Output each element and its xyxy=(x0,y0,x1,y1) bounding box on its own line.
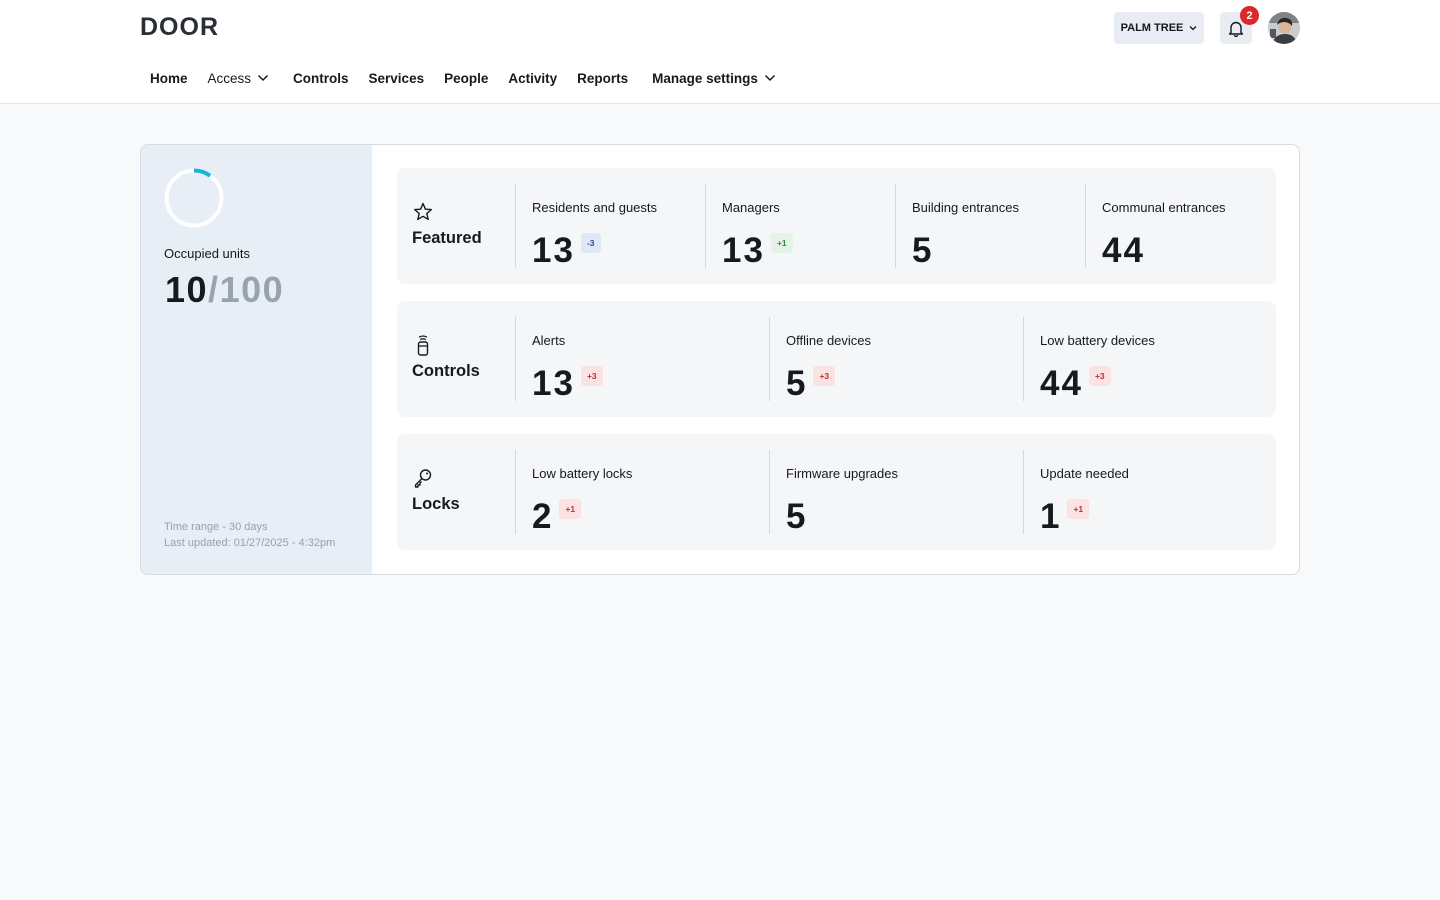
time-range-text: Time range - 30 days xyxy=(164,521,268,533)
stat-firmware-upgrades[interactable]: Firmware upgrades 5 xyxy=(769,450,1023,536)
stat-managers[interactable]: Managers 13 +1 xyxy=(705,184,895,271)
featured-card: Featured Residents and guests 13 -3 Manag… xyxy=(397,168,1276,284)
delta-badge: +3 xyxy=(813,366,836,386)
nav-services[interactable]: Services xyxy=(359,71,435,86)
card-header: Locks xyxy=(412,467,512,514)
stat-update-needed[interactable]: Update needed 1 +1 xyxy=(1023,450,1276,537)
stat-low-battery-locks[interactable]: Low battery locks 2 +1 xyxy=(515,450,769,537)
nav-controls[interactable]: Controls xyxy=(283,71,359,86)
card-header: Featured xyxy=(412,201,512,248)
notification-count-badge: 2 xyxy=(1240,6,1259,25)
stat-value: 2 +1 xyxy=(532,497,582,537)
property-selector-button[interactable]: PALM TREE xyxy=(1114,12,1204,44)
stat-label: Offline devices xyxy=(786,333,872,348)
top-bar: DOOR PALM TREE 2 Home Access Controls Se… xyxy=(0,0,1440,104)
controls-card: Controls Alerts 13 +3 Offline devices 5 +3… xyxy=(397,301,1276,417)
property-label: PALM TREE xyxy=(1120,22,1184,34)
key-icon xyxy=(412,467,512,489)
remote-control-icon xyxy=(412,334,512,356)
nav-home[interactable]: Home xyxy=(140,71,198,86)
nav-label: People xyxy=(444,70,489,86)
stat-alerts[interactable]: Alerts 13 +3 xyxy=(515,317,769,404)
card-header: Controls xyxy=(412,334,512,381)
stat-value: 5 +3 xyxy=(786,364,836,404)
chevron-down-icon xyxy=(258,74,269,82)
stat-communal-entrances[interactable]: Communal entrances 44 xyxy=(1085,184,1275,270)
star-icon xyxy=(412,201,512,223)
nav-reports[interactable]: Reports xyxy=(567,71,642,86)
stat-label: Low battery locks xyxy=(532,466,633,481)
stat-label: Low battery devices xyxy=(1040,333,1155,348)
stat-label: Update needed xyxy=(1040,466,1129,481)
nav-label: Access xyxy=(207,70,252,86)
occupancy-ring xyxy=(164,168,224,228)
delta-badge: -3 xyxy=(580,233,601,253)
dashboard-panel: Occupied units 10/100 Time range - 30 da… xyxy=(140,144,1300,575)
nav-label: Activity xyxy=(508,70,558,86)
delta-badge: +3 xyxy=(580,366,603,386)
nav-label: Services xyxy=(368,70,425,86)
delta-badge: +1 xyxy=(1067,499,1090,519)
app-logo[interactable]: DOOR xyxy=(140,13,219,42)
occupied-units-value: 10/100 xyxy=(165,269,285,310)
stat-label: Communal entrances xyxy=(1102,200,1226,215)
nav-label: Home xyxy=(150,70,188,86)
card-title: Featured xyxy=(412,229,482,247)
nav-people[interactable]: People xyxy=(434,71,498,86)
stat-label: Firmware upgrades xyxy=(786,466,898,481)
chevron-down-icon xyxy=(764,74,775,82)
nav-label: Reports xyxy=(577,70,629,86)
stat-value: 13 -3 xyxy=(532,231,601,271)
stat-value: 1 +1 xyxy=(1040,497,1090,537)
stat-value: 5 xyxy=(912,231,934,270)
delta-badge: +1 xyxy=(770,233,793,253)
stat-building-entrances[interactable]: Building entrances 5 xyxy=(895,184,1085,270)
stat-label: Managers xyxy=(722,200,780,215)
delta-badge: +3 xyxy=(1088,366,1111,386)
stat-value: 13 +1 xyxy=(722,231,793,271)
nav-manage-settings[interactable]: Manage settings xyxy=(642,71,786,86)
stat-residents-and-guests[interactable]: Residents and guests 13 -3 xyxy=(515,184,705,271)
stat-value: 44 +3 xyxy=(1040,364,1111,404)
stat-value: 44 xyxy=(1102,231,1145,270)
card-title: Locks xyxy=(412,495,460,513)
nav-access[interactable]: Access xyxy=(198,71,284,86)
delta-badge: +1 xyxy=(559,499,582,519)
occupied-units-label: Occupied units xyxy=(164,246,250,261)
stat-value: 13 +3 xyxy=(532,364,603,404)
stat-label: Building entrances xyxy=(912,200,1019,215)
occupancy-summary: Occupied units 10/100 Time range - 30 da… xyxy=(141,145,372,574)
report-meta: Time range - 30 days Last updated: 01/27… xyxy=(164,519,335,551)
last-updated-text: Last updated: 01/27/2025 - 4:32pm xyxy=(164,537,336,549)
stat-value: 5 xyxy=(786,497,808,536)
stat-label: Residents and guests xyxy=(532,200,658,215)
occupied-units-separator: / xyxy=(208,269,220,310)
nav-label: Controls xyxy=(293,70,349,86)
nav-activity[interactable]: Activity xyxy=(498,71,567,86)
stat-label: Alerts xyxy=(532,333,566,348)
bell-icon xyxy=(1228,21,1244,37)
stat-low-battery-devices[interactable]: Low battery devices 44 +3 xyxy=(1023,317,1276,404)
card-title: Controls xyxy=(412,362,480,380)
locks-card: Locks Low battery locks 2 +1 Firmware upg… xyxy=(397,434,1276,550)
user-avatar[interactable] xyxy=(1268,12,1300,44)
stat-offline-devices[interactable]: Offline devices 5 +3 xyxy=(769,317,1023,404)
chevron-down-icon xyxy=(1189,26,1197,31)
main-nav: Home Access Controls Services People Act… xyxy=(140,62,786,94)
nav-label: Manage settings xyxy=(652,70,758,86)
total-units: 100 xyxy=(219,269,285,310)
